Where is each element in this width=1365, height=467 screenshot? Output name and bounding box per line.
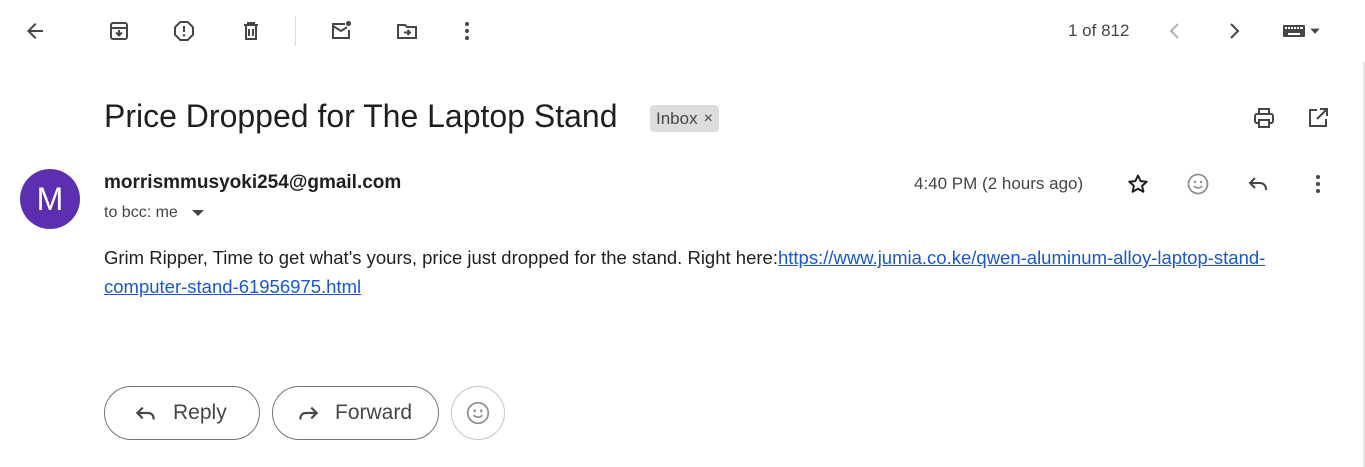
recipients-line: to bcc: me [104, 204, 204, 222]
delete-button[interactable] [231, 11, 271, 51]
reply-icon-button[interactable] [1238, 164, 1278, 204]
inbox-label-chip[interactable]: Inbox × [650, 105, 719, 132]
arrow-left-icon [27, 23, 43, 39]
star-button[interactable] [1118, 164, 1158, 204]
show-details-caret-icon[interactable] [191, 210, 204, 216]
sender-email[interactable]: morrismmusyoki254@gmail.com [104, 172, 401, 194]
remove-label-button[interactable]: × [704, 110, 713, 128]
report-spam-icon [174, 21, 194, 41]
emoji-reaction-button[interactable] [1178, 164, 1218, 204]
forward-icon [299, 406, 319, 420]
smiley-icon [1187, 173, 1209, 195]
move-to-icon [397, 24, 417, 39]
avatar[interactable]: M [20, 169, 80, 229]
email-timestamp: 4:40 PM (2 hours ago) [914, 174, 1084, 193]
recipients-text: to bcc: me [104, 204, 178, 221]
print-button[interactable] [1244, 98, 1284, 138]
chevron-right-icon [1230, 23, 1240, 39]
input-tools-button[interactable] [1273, 11, 1329, 51]
archive-button[interactable] [99, 11, 139, 51]
trash-icon [244, 22, 258, 40]
email-subject: Price Dropped for The Laptop Stand [104, 98, 618, 134]
print-icon [1254, 108, 1274, 128]
pagination-count: 1 of 812 [1068, 21, 1130, 40]
mark-unread-button[interactable] [321, 11, 361, 51]
toolbar-divider [295, 16, 296, 46]
more-vertical-icon [465, 22, 469, 40]
back-button[interactable] [15, 11, 55, 51]
forward-label: Forward [335, 401, 413, 424]
reply-icon [1248, 177, 1267, 190]
caret-down-icon [1310, 28, 1320, 34]
open-new-window-button[interactable] [1298, 98, 1338, 138]
reply-button[interactable]: Reply [104, 386, 260, 440]
newer-button[interactable] [1155, 11, 1195, 51]
keyboard-icon [1283, 25, 1305, 37]
mark-unread-icon [332, 20, 352, 39]
body-text: Grim Ripper, Time to get what's yours, p… [104, 247, 778, 268]
archive-icon [110, 22, 128, 40]
email-body: Grim Ripper, Time to get what's yours, p… [104, 243, 1339, 301]
message-more-button[interactable] [1298, 164, 1338, 204]
reply-label: Reply [173, 401, 227, 424]
reply-icon [135, 406, 155, 420]
emoji-react-button[interactable] [451, 386, 505, 440]
smiley-icon [466, 401, 490, 425]
label-text: Inbox [656, 108, 698, 128]
more-vertical-icon [1316, 175, 1320, 193]
chevron-left-icon [1169, 23, 1179, 39]
older-button[interactable] [1214, 11, 1254, 51]
star-icon [1128, 174, 1148, 193]
email-toolbar: 1 of 812 [0, 0, 1365, 62]
more-options-button[interactable] [447, 11, 487, 51]
report-spam-button[interactable] [164, 11, 204, 51]
open-in-new-icon [1309, 108, 1328, 127]
move-to-button[interactable] [387, 11, 427, 51]
forward-button[interactable]: Forward [272, 386, 439, 440]
